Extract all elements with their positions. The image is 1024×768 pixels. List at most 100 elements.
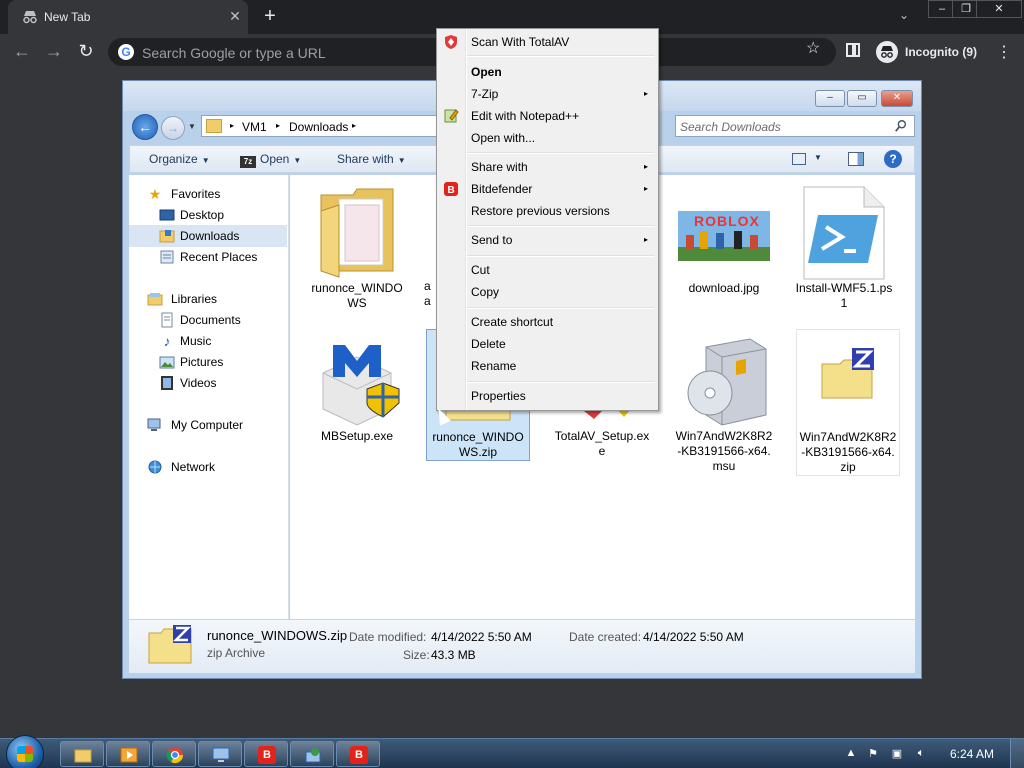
preview-pane-icon[interactable] [848,152,864,166]
nav-network-label: Network [171,460,216,474]
menu-item-properties[interactable]: Properties [439,385,656,407]
file-item[interactable]: Install-WMF5.1.ps1 [792,181,896,311]
totalav-shield-icon [443,34,459,50]
explorer-minimize-button[interactable]: – [815,90,845,107]
file-item[interactable]: runonce_WINDOWS [305,181,409,311]
date-created-value: 4/14/2022 5:50 AM [643,630,744,644]
file-item[interactable]: a a [422,181,432,309]
breadcrumb-arrow-icon[interactable]: ▸ [352,121,356,130]
nav-documents[interactable]: Documents [129,309,287,331]
menu-item-edit-notepadpp[interactable]: Edit with Notepad++ [439,105,656,127]
navigation-pane: ★ Favorites Desktop Downloads Recent Pla… [129,175,289,619]
menu-item-open[interactable]: Open [439,61,656,83]
network-tray-icon[interactable]: ▣ [890,747,904,761]
menu-item-restore-previous-versions[interactable]: Restore previous versions [439,200,656,222]
forward-button[interactable]: → [42,40,66,64]
taskbar-explorer-button[interactable] [60,741,104,767]
menu-item-rename[interactable]: Rename [439,355,656,377]
breadcrumb-arrow-icon[interactable]: ▸ [230,121,234,130]
share-with-button[interactable]: Share with ▼ [337,152,406,166]
nav-favorites[interactable]: ★ Favorites [129,183,287,205]
menu-item-7zip[interactable]: 7-Zip ▸ [439,83,656,105]
menu-item-copy[interactable]: Copy [439,281,656,303]
menu-item-create-shortcut[interactable]: Create shortcut [439,311,656,333]
menu-item-open-with[interactable]: Open with... [439,127,656,149]
file-name: Win7AndW2K8R2-KB3191566-x64.msu [675,429,773,473]
folder-icon [74,746,92,764]
file-item[interactable]: Win7AndW2K8R2-KB3191566-x64.msu [672,329,776,474]
explorer-close-button[interactable]: ✕ [881,90,913,107]
action-center-flag-icon[interactable]: ⚑ [866,747,880,761]
taskbar-clock[interactable]: 6:24 AM [950,747,994,761]
back-button[interactable]: ← [10,40,34,64]
menu-item-send-to[interactable]: Send to ▸ [439,229,656,251]
file-item[interactable]: Win7AndW2K8R2-KB3191566-x64.zip [796,329,900,476]
file-name: Install-WMF5.1.ps1 [795,281,893,310]
taskbar-app-button[interactable] [290,741,334,767]
taskbar-remote-desktop-button[interactable] [198,741,242,767]
nav-my-computer[interactable]: My Computer [129,414,287,436]
window-close-button[interactable]: ✕ [976,0,1022,18]
taskbar-chrome-button[interactable] [152,741,196,767]
tab-new-tab[interactable]: New Tab ✕ [8,0,248,34]
nav-network[interactable]: Network [129,456,287,478]
nav-videos[interactable]: Videos [129,372,287,394]
recent-pages-dropdown-icon[interactable]: ▼ [188,122,196,131]
incognito-icon[interactable] [876,41,898,63]
search-downloads-input[interactable]: Search Downloads [675,115,915,137]
taskbar-bitdefender-button[interactable]: B [244,741,288,767]
volume-icon[interactable]: 🔈︎ [914,747,928,761]
nav-recent-places[interactable]: Recent Places [129,246,287,268]
change-view-icon[interactable] [792,153,806,165]
breadcrumb-vm1[interactable]: VM1 [242,120,267,134]
start-button[interactable] [6,735,44,768]
zip-icon [147,625,193,665]
nav-pictures[interactable]: Pictures [129,351,287,373]
taskbar-bitdefender-button-2[interactable]: B [336,741,380,767]
nav-music[interactable]: ♪ Music [129,330,287,352]
file-name: TotalAV_Setup.exe [554,429,650,458]
menu-item-label: Send to [471,233,513,247]
google-icon: G [118,44,134,60]
show-hidden-icons-icon[interactable]: ▲ [844,747,858,761]
breadcrumb-downloads[interactable]: Downloads [289,120,348,134]
file-item[interactable]: ROBLOX download.jpg [672,181,776,296]
menu-item-delete[interactable]: Delete [439,333,656,355]
menu-item-scan-with-totalav[interactable]: Scan With TotalAV [439,31,656,53]
svg-text:B: B [448,185,455,196]
view-dropdown-icon[interactable]: ▼ [814,153,822,162]
search-icon[interactable] [894,119,910,135]
reload-button[interactable]: ↻ [74,40,98,64]
explorer-forward-button[interactable]: → [161,116,185,140]
menu-item-label: Restore previous versions [471,204,610,218]
tab-close-icon[interactable]: ✕ [226,7,244,25]
zip-icon [800,334,896,430]
nav-downloads[interactable]: Downloads [129,225,287,247]
incognito-label[interactable]: Incognito (9) [905,45,977,59]
show-desktop-button[interactable] [1010,739,1024,768]
browser-menu-icon[interactable]: ⋮ [996,42,1012,62]
explorer-back-button[interactable]: ← [132,114,158,140]
tab-search-button[interactable]: ⌄ [894,8,914,28]
organize-button[interactable]: Organize ▼ [149,152,210,166]
menu-item-share-with[interactable]: Share with ▸ [439,156,656,178]
tab-title: New Tab [44,10,91,24]
explorer-maximize-button[interactable]: ▭ [847,90,877,107]
file-name: runonce_WINDOWS.zip [432,430,524,459]
menu-item-cut[interactable]: Cut [439,259,656,281]
menu-item-label: Edit with Notepad++ [471,109,580,123]
open-button[interactable]: 7z Open ▼ [240,152,301,168]
nav-libraries[interactable]: Libraries [129,288,287,310]
breadcrumb-arrow-icon[interactable]: ▸ [276,121,280,130]
size-label: Size: [403,648,430,662]
menu-item-bitdefender[interactable]: B Bitdefender ▸ [439,178,656,200]
taskbar-media-player-button[interactable] [106,741,150,767]
new-tab-button[interactable]: + [258,5,282,29]
help-icon[interactable]: ? [884,150,902,168]
nav-desktop[interactable]: Desktop [129,204,287,226]
file-item[interactable]: MBSetup.exe [305,329,409,444]
side-panel-icon[interactable] [846,43,860,57]
menu-item-label: Delete [471,337,506,351]
music-icon: ♪ [163,333,171,349]
bookmark-star-icon[interactable]: ☆ [806,38,824,57]
